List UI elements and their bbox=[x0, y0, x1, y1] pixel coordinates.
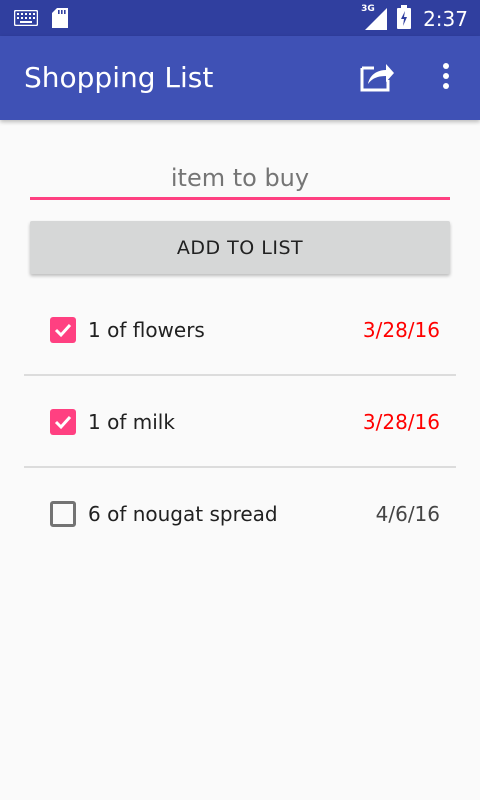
shopping-list: 1 of flowers 3/28/16 1 of milk 3/28/16 6… bbox=[24, 284, 456, 560]
item-input[interactable] bbox=[30, 158, 450, 200]
more-options-button[interactable] bbox=[430, 58, 462, 98]
status-bar: 3G 2:37 bbox=[0, 0, 480, 36]
share-button[interactable] bbox=[358, 58, 398, 98]
item-checkbox-checked[interactable] bbox=[50, 409, 76, 435]
item-label: 1 of flowers bbox=[88, 318, 205, 342]
item-checkbox-unchecked[interactable] bbox=[50, 501, 76, 527]
signal-icon: 3G bbox=[361, 4, 389, 32]
network-type-label: 3G bbox=[361, 4, 375, 14]
share-icon bbox=[360, 60, 396, 96]
item-label: 1 of milk bbox=[88, 410, 175, 434]
item-checkbox-checked[interactable] bbox=[50, 317, 76, 343]
list-item[interactable]: 6 of nougat spread 4/6/16 bbox=[24, 468, 456, 560]
keyboard-icon bbox=[13, 9, 39, 30]
more-vert-icon bbox=[442, 63, 450, 93]
add-to-list-button[interactable]: ADD TO LIST bbox=[30, 221, 450, 274]
battery-icon bbox=[397, 5, 412, 33]
item-date: 3/28/16 bbox=[362, 410, 440, 434]
item-date: 3/28/16 bbox=[362, 318, 440, 342]
check-icon bbox=[54, 415, 72, 430]
item-label: 6 of nougat spread bbox=[88, 502, 278, 526]
list-item[interactable]: 1 of milk 3/28/16 bbox=[24, 376, 456, 468]
status-time: 2:37 bbox=[423, 7, 468, 31]
check-icon bbox=[54, 323, 72, 338]
app-title: Shopping List bbox=[24, 61, 214, 94]
app-bar: Shopping List bbox=[0, 36, 480, 120]
sd-card-icon bbox=[52, 8, 68, 32]
list-item[interactable]: 1 of flowers 3/28/16 bbox=[24, 284, 456, 376]
item-date: 4/6/16 bbox=[375, 502, 440, 526]
